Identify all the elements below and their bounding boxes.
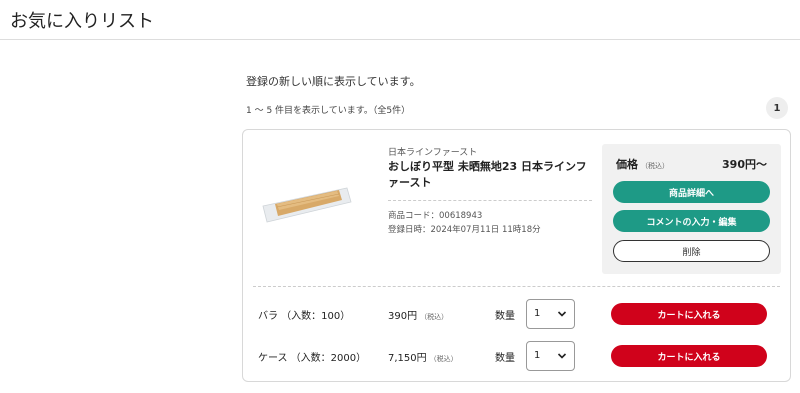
quantity-select[interactable]: 1 (526, 299, 575, 329)
price-label: 価格 (616, 158, 638, 171)
comment-edit-button[interactable]: コメントの入力・編集 (613, 210, 770, 232)
variant-label: バラ （入数：100） (258, 311, 351, 322)
chevron-down-icon (557, 311, 567, 317)
product-code: 商品コード：00618943 (388, 211, 483, 221)
quantity-value: 1 (534, 350, 541, 361)
divider (253, 286, 780, 287)
quantity-value: 1 (534, 308, 541, 319)
product-name[interactable]: おしぼり平型 未晒無地23 日本ラインファースト (388, 159, 593, 191)
registered-date: 登録日時：2024年07月11日 11時18分 (388, 225, 541, 235)
result-count: 1 ～ 5 件目を表示しています。（全5件） (246, 106, 411, 116)
delete-button[interactable]: 削除 (613, 240, 770, 262)
page-header: お気に入りリスト (0, 0, 800, 40)
variant-price: 390円 （税込） (388, 307, 448, 322)
manufacturer-name: 日本ラインファースト (388, 148, 478, 158)
variant-price-value: 7,150円 (388, 353, 427, 364)
price-panel: 価格 （税込） 390円～ 商品詳細へ コメントの入力・編集 削除 (602, 144, 781, 274)
variant-price: 7,150円 （税込） (388, 349, 458, 364)
quantity-label: 数量 (495, 311, 515, 322)
page-title: お気に入りリスト (10, 11, 154, 32)
tax-note: （税込） (420, 313, 449, 321)
variant-label: ケース （入数：2000） (258, 353, 367, 364)
page-number-button[interactable]: 1 (766, 97, 788, 119)
list-intro: 登録の新しい順に表示しています。 (246, 75, 421, 88)
product-detail-button[interactable]: 商品詳細へ (613, 181, 770, 203)
variant-price-value: 390円 (388, 311, 418, 322)
chevron-down-icon (557, 353, 567, 359)
variant-row: バラ （入数：100） 390円 （税込） 数量 1 カートに入れる (243, 299, 792, 329)
add-to-cart-button[interactable]: カートに入れる (611, 345, 767, 367)
add-to-cart-button[interactable]: カートに入れる (611, 303, 767, 325)
product-image[interactable] (259, 166, 353, 238)
favorite-item-card: 日本ラインファースト おしぼり平型 未晒無地23 日本ラインファースト 商品コー… (242, 129, 791, 382)
divider (388, 200, 592, 201)
quantity-label: 数量 (495, 353, 515, 364)
quantity-select[interactable]: 1 (526, 341, 575, 371)
variant-row: ケース （入数：2000） 7,150円 （税込） 数量 1 カートに入れる (243, 341, 792, 371)
tax-note: （税込） (641, 162, 669, 170)
price-heading: 価格 （税込） (616, 156, 669, 172)
tax-note: （税込） (429, 355, 458, 363)
price-value: 390円～ (722, 158, 767, 171)
